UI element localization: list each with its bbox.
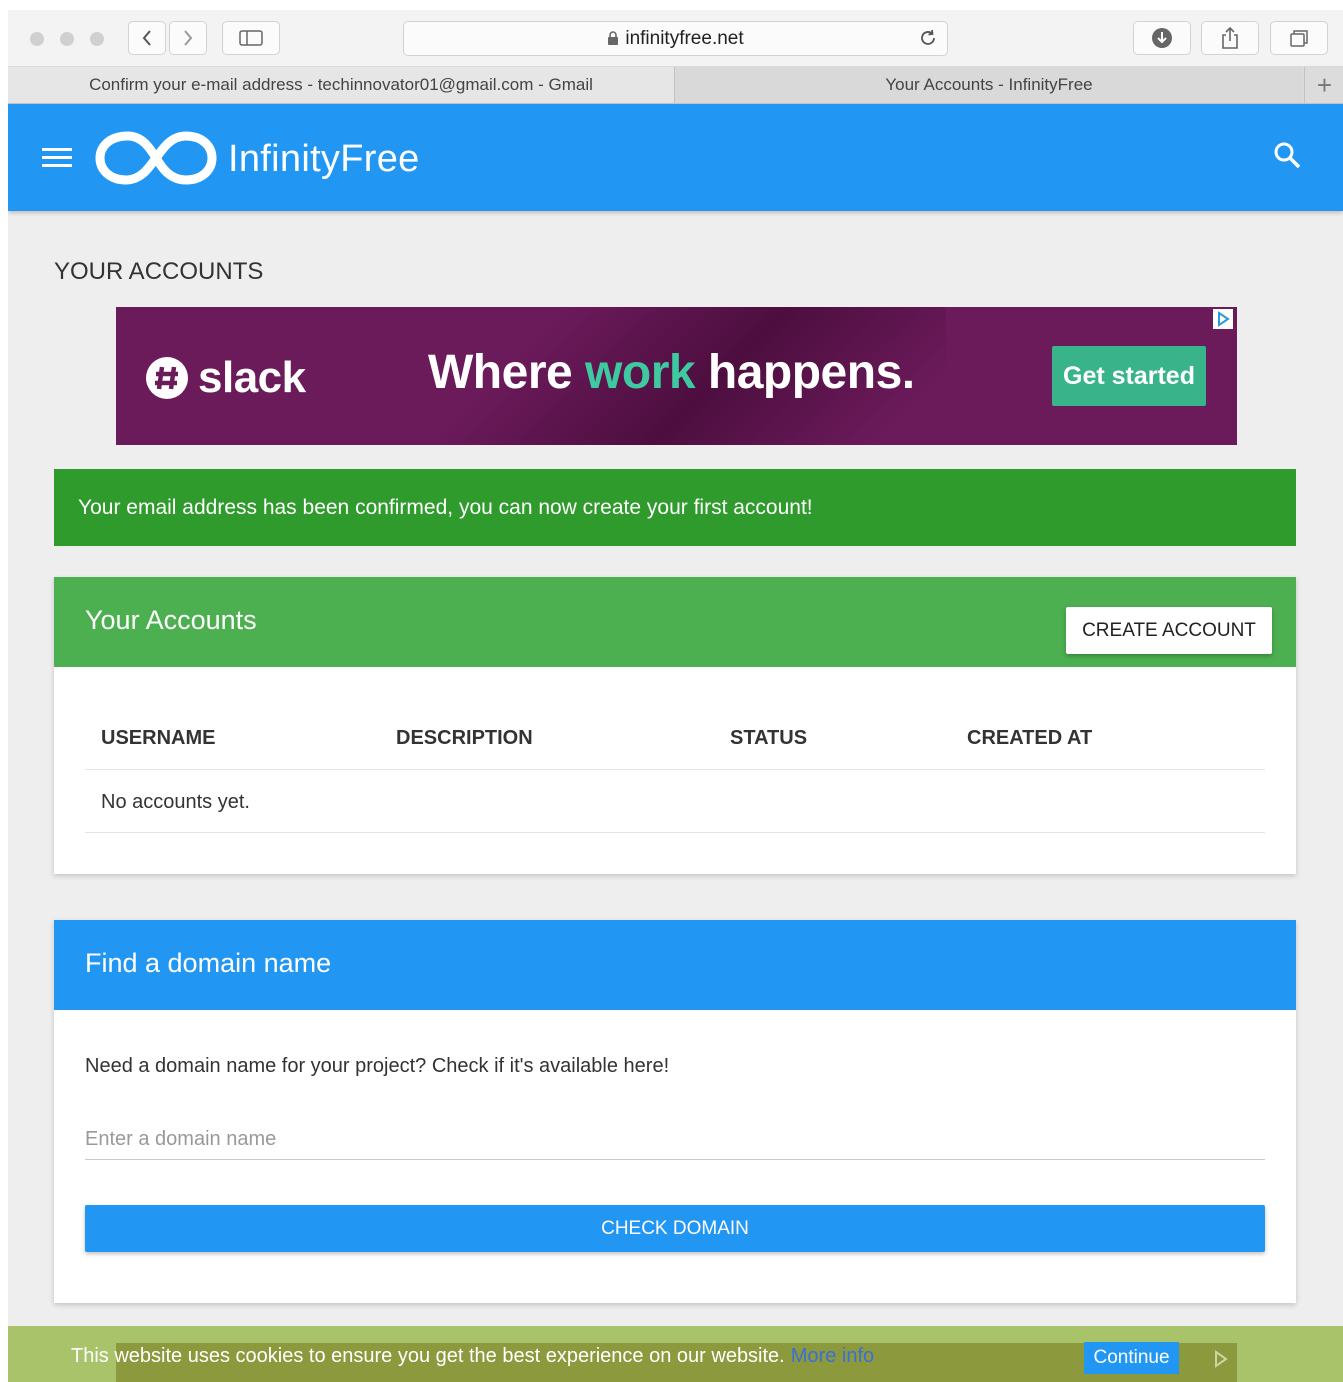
chevron-left-icon — [142, 30, 151, 46]
tab-gmail[interactable]: Confirm your e-mail address - techinnova… — [8, 67, 675, 103]
cookie-continue-button[interactable]: Continue — [1084, 1342, 1179, 1374]
tab-overview-button[interactable] — [1270, 21, 1328, 55]
lock-icon — [607, 31, 619, 46]
sidebar-toggle-button[interactable] — [222, 21, 280, 55]
more-info-link[interactable]: More info — [791, 1345, 874, 1367]
alert-message: Your email address has been confirmed, y… — [78, 495, 813, 519]
download-icon — [1152, 28, 1172, 48]
slack-logo: slack — [144, 353, 306, 403]
sidebar-icon — [239, 30, 263, 46]
page-title: YOUR ACCOUNTS — [54, 258, 264, 285]
domain-card-title: Find a domain name — [85, 948, 332, 978]
create-account-button[interactable]: CREATE ACCOUNT — [1066, 607, 1272, 654]
tab-title: Your Accounts - InfinityFree — [885, 75, 1093, 94]
back-button[interactable] — [128, 21, 166, 55]
accounts-card: Your Accounts CREATE ACCOUNT USERNAME DE… — [54, 577, 1296, 874]
chevron-right-icon — [184, 30, 193, 46]
tab-infinityfree[interactable]: Your Accounts - InfinityFree — [675, 67, 1303, 103]
hamburger-menu-icon[interactable] — [42, 148, 72, 168]
accounts-card-title: Your Accounts — [85, 605, 257, 635]
share-button[interactable] — [1201, 21, 1259, 55]
url-text: infinityfree.net — [625, 27, 744, 49]
new-tab-button[interactable]: + — [1304, 67, 1343, 103]
email-confirmed-alert: Your email address has been confirmed, y… — [54, 469, 1296, 546]
table-divider — [85, 832, 1265, 833]
tabs-overview-icon — [1290, 30, 1308, 47]
column-header-description[interactable]: DESCRIPTION — [396, 727, 533, 750]
ad-banner[interactable]: slack Where work happens. Get started — [116, 307, 1237, 445]
zoom-window-button[interactable] — [90, 32, 104, 46]
tab-bar: Confirm your e-mail address - techinnova… — [8, 67, 1343, 104]
column-header-created-at[interactable]: CREATED AT — [967, 727, 1092, 750]
forward-button[interactable] — [169, 21, 207, 55]
column-header-status[interactable]: STATUS — [730, 727, 807, 750]
cookie-consent-bar: This website uses cookies to ensure you … — [8, 1326, 1343, 1382]
adchoices-icon[interactable] — [1213, 309, 1233, 334]
empty-accounts-message: No accounts yet. — [101, 791, 250, 813]
column-header-username[interactable]: USERNAME — [101, 727, 215, 750]
check-domain-button[interactable]: CHECK DOMAIN — [85, 1205, 1265, 1252]
table-divider — [85, 769, 1265, 770]
site-header: InfinityFree — [8, 104, 1343, 211]
tab-title: Confirm your e-mail address - techinnova… — [89, 75, 593, 94]
downloads-button[interactable] — [1133, 21, 1191, 55]
domain-name-input[interactable] — [85, 1120, 1265, 1160]
slack-hash-icon — [146, 357, 188, 399]
infinity-logo-icon[interactable] — [94, 126, 218, 195]
ad-get-started-button[interactable]: Get started — [1052, 346, 1206, 406]
cookie-message: This website uses cookies to ensure you … — [71, 1345, 875, 1367]
ad-headline: Where work happens. — [428, 346, 915, 399]
browser-toolbar: infinityfree.net — [8, 10, 1343, 67]
share-icon — [1222, 26, 1238, 49]
minimize-window-button[interactable] — [60, 32, 74, 46]
address-bar[interactable]: infinityfree.net — [403, 21, 948, 56]
close-window-button[interactable] — [30, 32, 44, 46]
domain-description: Need a domain name for your project? Che… — [85, 1055, 670, 1077]
search-icon[interactable] — [1272, 140, 1302, 175]
adchoices-icon[interactable] — [1213, 1350, 1229, 1373]
browser-window: infinityfree.net Confirm your e-mail add… — [8, 10, 1343, 1382]
reload-icon[interactable] — [917, 27, 939, 49]
domain-card-header: Find a domain name — [54, 920, 1296, 1010]
accounts-card-header: Your Accounts CREATE ACCOUNT — [54, 577, 1296, 667]
ad-brand: slack — [198, 353, 306, 402]
domain-search-card: Find a domain name Need a domain name fo… — [54, 920, 1296, 1303]
brand-name[interactable]: InfinityFree — [228, 138, 420, 181]
